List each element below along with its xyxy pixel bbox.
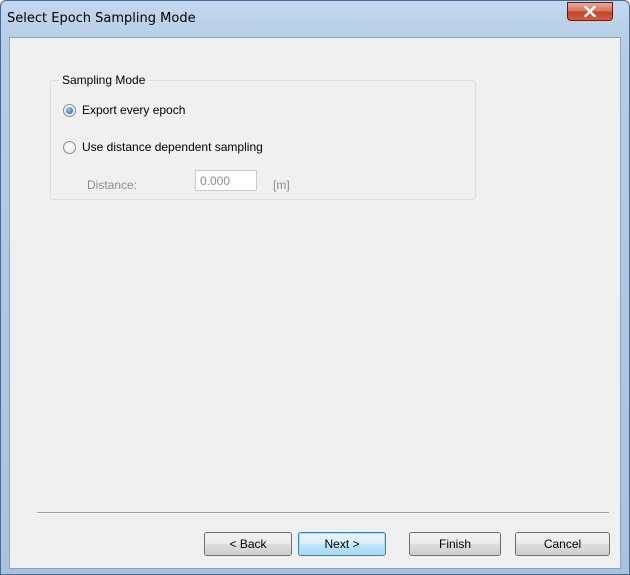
close-button[interactable] bbox=[567, 2, 613, 21]
radio-label-export-every-epoch: Export every epoch bbox=[82, 103, 186, 117]
finish-button[interactable]: Finish bbox=[409, 532, 501, 556]
close-icon bbox=[584, 6, 596, 17]
cancel-button[interactable]: Cancel bbox=[515, 532, 610, 556]
footer-separator bbox=[37, 512, 609, 514]
next-button[interactable]: Next > bbox=[298, 532, 386, 556]
distance-unit-label: [m] bbox=[273, 178, 290, 192]
back-button[interactable]: < Back bbox=[204, 532, 292, 556]
distance-label: Distance: bbox=[87, 178, 138, 192]
radio-export-every-epoch[interactable]: Export every epoch bbox=[63, 103, 185, 117]
distance-input[interactable] bbox=[195, 170, 257, 191]
dialog-window: Select Epoch Sampling Mode Sampling Mode… bbox=[0, 0, 630, 575]
dialog-body: Sampling Mode Export every epoch Use dis… bbox=[9, 37, 621, 569]
radio-distance-sampling[interactable]: Use distance dependent sampling bbox=[63, 140, 263, 154]
group-label: Sampling Mode bbox=[59, 73, 149, 87]
radio-label-distance-sampling: Use distance dependent sampling bbox=[82, 140, 263, 154]
radio-button-selected[interactable] bbox=[63, 103, 76, 117]
title-bar[interactable]: Select Epoch Sampling Mode bbox=[1, 1, 629, 37]
radio-button-unselected[interactable] bbox=[63, 140, 76, 154]
sampling-mode-group: Sampling Mode Export every epoch Use dis… bbox=[50, 73, 476, 200]
window-title: Select Epoch Sampling Mode bbox=[7, 11, 196, 26]
